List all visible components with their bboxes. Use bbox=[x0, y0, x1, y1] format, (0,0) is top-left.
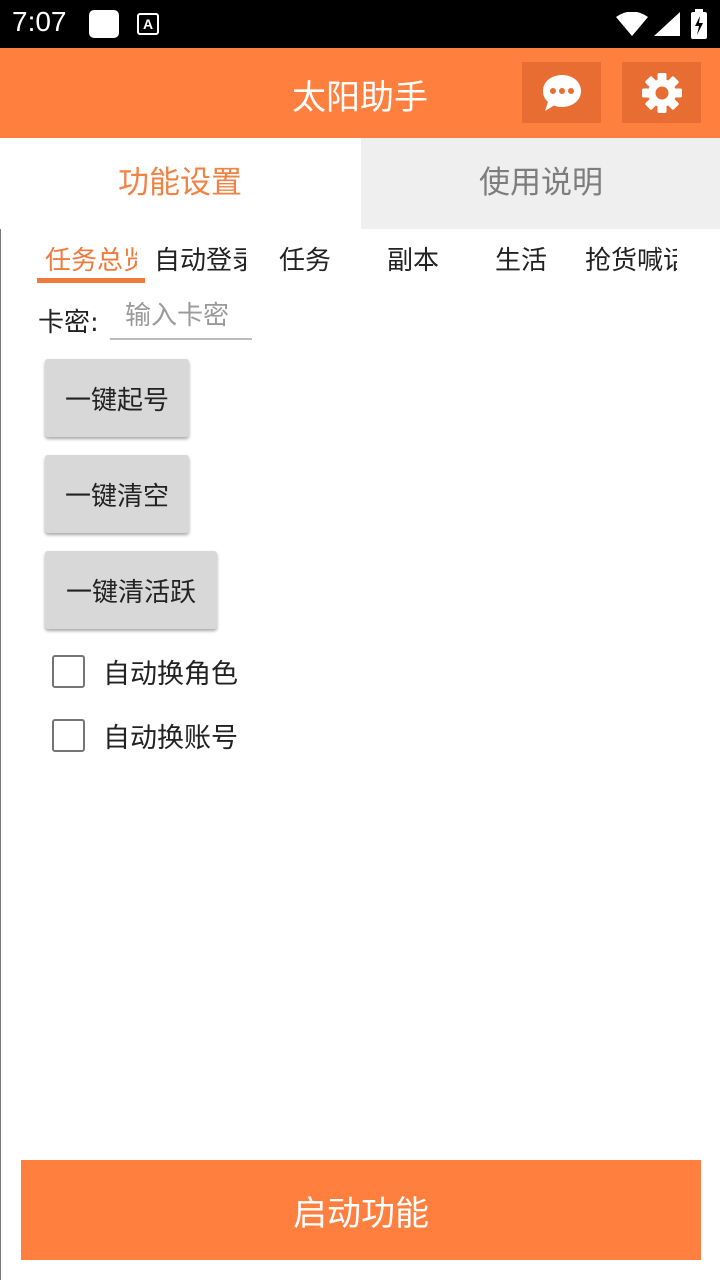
card-key-input[interactable] bbox=[110, 294, 252, 340]
one-click-clear-button[interactable]: 一键清空 bbox=[45, 455, 189, 533]
status-bar: 7:07 A bbox=[0, 0, 720, 48]
sub-tab-task-overview[interactable]: 任务总览 bbox=[45, 240, 137, 277]
signal-icon bbox=[654, 12, 680, 36]
sub-tab-indicator bbox=[37, 278, 145, 283]
sub-tab-task[interactable]: 任务 bbox=[279, 240, 331, 277]
notification-a-icon: A bbox=[137, 13, 159, 35]
one-click-start-account-button[interactable]: 一键起号 bbox=[45, 359, 189, 437]
sub-tabs: 任务总览 自动登录 任务 副本 生活 抢货喊话 bbox=[0, 229, 720, 285]
checkbox-label: 自动换角色 bbox=[103, 658, 238, 690]
checkbox-box[interactable] bbox=[52, 654, 85, 688]
app-bar: 太阳助手 bbox=[0, 48, 720, 138]
card-key-label: 卡密: bbox=[38, 308, 99, 338]
start-function-button[interactable]: 启动功能 bbox=[21, 1160, 701, 1260]
wifi-icon bbox=[616, 12, 648, 36]
chat-bubble-icon bbox=[542, 74, 581, 111]
checkbox-label: 自动换账号 bbox=[103, 722, 238, 754]
sub-tab-dungeon[interactable]: 副本 bbox=[387, 240, 439, 277]
notification-square-icon bbox=[89, 10, 119, 38]
settings-button[interactable] bbox=[622, 62, 701, 123]
checkbox-box[interactable] bbox=[52, 718, 85, 752]
message-button[interactable] bbox=[522, 62, 601, 123]
sub-tab-auto-login[interactable]: 自动登录 bbox=[154, 240, 246, 277]
battery-icon bbox=[691, 9, 707, 39]
sub-tab-grab-goods[interactable]: 抢货喊话 bbox=[585, 240, 677, 277]
one-click-clear-activity-button[interactable]: 一键清活跃 bbox=[45, 551, 217, 629]
tab-function-settings[interactable]: 功能设置 bbox=[0, 138, 360, 229]
app-title: 太阳助手 bbox=[292, 78, 428, 118]
left-edge-line bbox=[0, 138, 1, 1280]
tab-instructions[interactable]: 使用说明 bbox=[361, 138, 720, 229]
sub-tab-life[interactable]: 生活 bbox=[495, 240, 547, 277]
auto-switch-account-checkbox[interactable]: 自动换账号 bbox=[52, 715, 238, 755]
auto-switch-role-checkbox[interactable]: 自动换角色 bbox=[52, 651, 238, 691]
status-time: 7:07 bbox=[12, 6, 67, 37]
main-tabs: 功能设置 使用说明 bbox=[0, 138, 720, 229]
gear-icon bbox=[641, 72, 682, 113]
